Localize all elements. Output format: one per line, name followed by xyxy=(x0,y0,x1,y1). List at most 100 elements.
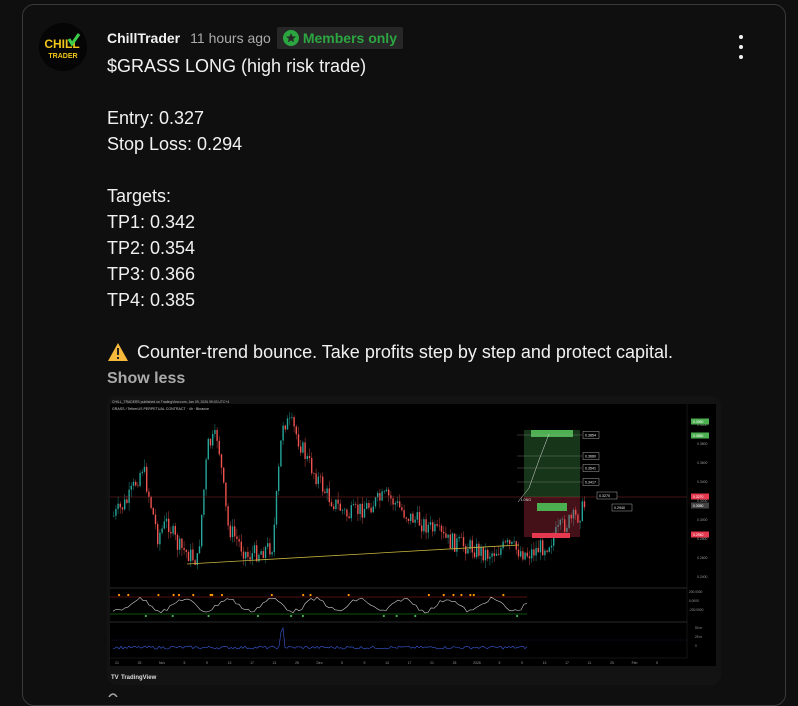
candle-body xyxy=(187,551,190,562)
candle-body xyxy=(293,417,295,427)
candle-body xyxy=(473,552,476,558)
candle-body xyxy=(542,540,544,556)
entry-label: 0.3270 xyxy=(599,494,610,498)
time-axis-tick: 2026 xyxy=(473,661,481,665)
time-axis-tick: 17 xyxy=(408,661,412,665)
time-axis-tick: 13 xyxy=(228,661,232,665)
candle-body xyxy=(324,491,326,494)
candle-body xyxy=(201,514,203,547)
time-axis-tick: 25 xyxy=(610,661,614,665)
candle-body xyxy=(506,540,509,543)
post-image[interactable]: CHILL_TRADERS published on TradingView.c… xyxy=(107,396,721,685)
time-axis-tick: 13 xyxy=(385,661,389,665)
candle-body xyxy=(500,548,502,555)
time-axis-tick: 5 xyxy=(656,661,658,665)
vol-axis-tick: 50 m xyxy=(695,626,702,630)
members-only-badge: Members only xyxy=(276,27,403,49)
candle-body xyxy=(438,525,440,527)
stop-label: 0.2940 xyxy=(614,506,625,510)
candle-body xyxy=(414,519,416,523)
post-card: CHILL TRADER ChillTrader 11 hours ago Me… xyxy=(22,4,786,706)
candle-body xyxy=(260,551,262,555)
candle-body xyxy=(372,506,374,513)
price-axis-tick: 0.3800 xyxy=(697,442,707,446)
candle-body xyxy=(537,547,539,553)
candle-body xyxy=(467,549,469,554)
candle-body xyxy=(363,508,366,518)
candle-body xyxy=(273,524,275,553)
candle-body xyxy=(443,531,445,534)
candle-body xyxy=(484,549,487,561)
chart-header-line: CHILL_TRADERS published on TradingView.c… xyxy=(112,400,229,404)
time-axis-tick: 21 xyxy=(588,661,592,665)
candle-body xyxy=(427,524,429,533)
price-axis-tick: 0.3400 xyxy=(697,480,707,484)
candle-body xyxy=(396,501,399,503)
candle-body xyxy=(159,532,161,545)
candle-body xyxy=(192,549,194,561)
candle-body xyxy=(374,497,377,507)
candle-body xyxy=(348,516,350,519)
chilltrader-logo-icon: CHILL TRADER xyxy=(39,23,87,71)
tradingview-chart: CHILL_TRADERS published on TradingView.c… xyxy=(107,396,721,685)
osc-signal-dot xyxy=(117,593,121,597)
candle-body xyxy=(284,425,286,430)
time-axis-tick: 5 xyxy=(499,661,501,665)
osc-signal-dot xyxy=(414,614,417,618)
osc-signal-dot xyxy=(395,614,398,618)
candle-body xyxy=(249,556,251,560)
candle-body xyxy=(190,549,192,562)
candle-body xyxy=(498,553,500,555)
targets-label: Targets: xyxy=(107,186,172,206)
candle-body xyxy=(423,519,425,532)
candle-body xyxy=(315,473,317,485)
candle-body xyxy=(509,540,511,544)
osc-signal-dot xyxy=(502,593,505,597)
candle-body xyxy=(154,514,157,525)
candle-body xyxy=(113,515,115,517)
candle-body xyxy=(253,545,256,554)
candle-body xyxy=(478,543,480,556)
osc-signal-dot xyxy=(171,614,174,618)
osc-signal-dot xyxy=(220,593,224,597)
candle-body xyxy=(550,545,553,548)
candle-body xyxy=(148,491,150,497)
candle-body xyxy=(146,466,148,492)
candle-body xyxy=(385,489,388,492)
candle-body xyxy=(150,496,152,508)
channel-avatar[interactable]: CHILL TRADER xyxy=(39,23,87,71)
candle-body xyxy=(139,472,141,486)
price-axis-tick: 0.3600 xyxy=(697,461,707,465)
candle-body xyxy=(407,518,410,522)
osc-signal-dot xyxy=(177,593,181,597)
candle-body xyxy=(322,476,324,492)
post-time[interactable]: 11 hours ago xyxy=(190,30,271,46)
show-less-button[interactable]: Show less xyxy=(107,370,185,388)
osc-signal-dot xyxy=(382,614,385,618)
stop-loss-line: Stop Loss: 0.294 xyxy=(107,134,243,154)
candle-body xyxy=(231,526,234,538)
tp4-box xyxy=(531,430,573,437)
osc-signal-dot xyxy=(472,593,475,597)
candle-body xyxy=(513,541,515,542)
avatar-logo-bottom-text: TRADER xyxy=(48,53,77,60)
candle-body xyxy=(445,533,447,538)
osc-signal-dot xyxy=(309,593,312,597)
time-axis-tick: 25 xyxy=(295,661,299,665)
time-axis-tick: Dec xyxy=(316,661,322,665)
candle-body xyxy=(489,556,491,559)
candle-body xyxy=(225,482,227,507)
candle-body xyxy=(434,524,436,532)
price-tag-label: 0.3270 xyxy=(693,495,703,499)
candle-body xyxy=(520,551,522,557)
candle-body xyxy=(302,442,304,453)
author-name[interactable]: ChillTrader xyxy=(107,30,180,46)
candle-body xyxy=(124,499,126,510)
candle-body xyxy=(130,485,132,490)
candle-body xyxy=(117,503,119,510)
candle-body xyxy=(487,549,489,559)
candle-body xyxy=(179,538,181,550)
vol-axis-tick: 25 m xyxy=(695,635,702,639)
post-body: $GRASS LONG (high risk trade) Entry: 0.3… xyxy=(107,53,767,365)
osc-signal-dot xyxy=(127,593,130,597)
